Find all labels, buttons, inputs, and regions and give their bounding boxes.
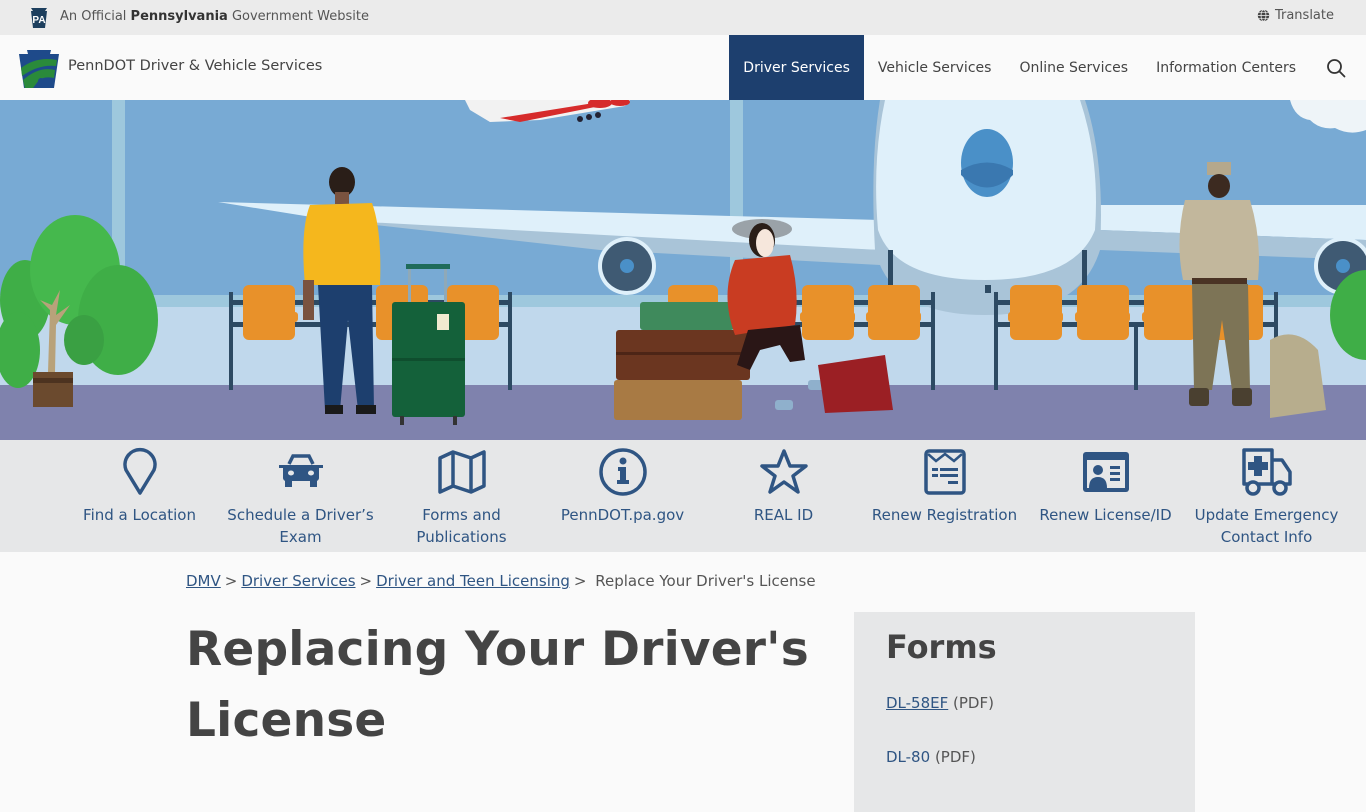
car-icon: [278, 454, 323, 487]
nav-driver-services[interactable]: Driver Services: [729, 35, 864, 100]
quick-link-forms-publications[interactable]: Forms and Publications: [381, 440, 542, 552]
nav-vehicle-services[interactable]: Vehicle Services: [864, 35, 1006, 100]
translate-button[interactable]: Translate: [1257, 8, 1334, 23]
quick-link-label: Schedule a Driver’s Exam: [227, 506, 374, 546]
breadcrumb-link-driver-teen-licensing[interactable]: Driver and Teen Licensing: [376, 572, 570, 590]
svg-text:PA: PA: [32, 15, 45, 26]
map-icon: [437, 450, 486, 494]
breadcrumb-link-driver-services[interactable]: Driver Services: [241, 572, 355, 590]
quick-link-label: Renew Registration: [871, 506, 1018, 524]
forms-sidebar: Forms DL-58EF (PDF) DL-80 (PDF): [854, 612, 1195, 812]
globe-icon: [1257, 9, 1270, 22]
quick-link-renew-license[interactable]: Renew License/ID: [1025, 440, 1186, 552]
quick-link-label: Update Emergency Contact Info: [1194, 506, 1339, 546]
form-type: (PDF): [953, 694, 994, 712]
quick-link-label: Renew License/ID: [1039, 506, 1172, 524]
official-government-banner: PA An Official Pennsylvania Government W…: [0, 0, 1366, 35]
id-card-icon: [1082, 452, 1129, 492]
main-navigation: Driver Services Vehicle Services Online …: [729, 35, 1366, 100]
quick-link-schedule-exam[interactable]: Schedule a Driver’s Exam: [220, 440, 381, 552]
registration-icon: [923, 449, 966, 495]
breadcrumb-separator: >: [224, 572, 238, 590]
official-text-suffix: Government Website: [231, 9, 369, 24]
nav-online-services[interactable]: Online Services: [1005, 35, 1142, 100]
official-website-text: An Official Pennsylvania Government Webs…: [60, 9, 369, 24]
hero-airport-illustration: [0, 100, 1366, 440]
official-text-state: Pennsylvania: [130, 9, 228, 24]
quick-link-label: Forms and Publications: [416, 506, 507, 546]
site-header: PennDOT Driver & Vehicle Services Driver…: [0, 35, 1366, 100]
quick-link-find-location[interactable]: Find a Location: [59, 440, 220, 552]
pa-keystone-badge-icon: PA: [31, 8, 47, 28]
translate-label: Translate: [1274, 8, 1334, 23]
page-title: Replacing Your Driver's License: [186, 622, 809, 748]
form-item-dl-58ef: DL-58EF (PDF): [886, 694, 1163, 712]
breadcrumb-current: Replace Your Driver's License: [595, 572, 816, 590]
quick-link-label: REAL ID: [753, 506, 814, 524]
search-button[interactable]: [1312, 35, 1360, 100]
form-link-dl-58ef[interactable]: DL-58EF: [886, 694, 948, 712]
breadcrumb-link-dmv[interactable]: DMV: [186, 572, 221, 590]
quick-links-bar: Find a Location Schedule a Driver’s Exam…: [0, 440, 1366, 552]
breadcrumb-separator: >: [359, 572, 373, 590]
red-duffel-bag: [818, 355, 893, 413]
star-icon: [759, 449, 808, 494]
quick-link-renew-registration[interactable]: Renew Registration: [864, 440, 1025, 552]
quick-link-penndot-gov[interactable]: PennDOT.pa.gov: [542, 440, 703, 552]
forms-heading: Forms: [886, 628, 997, 666]
form-item-dl-80: DL-80 (PDF): [886, 748, 1163, 766]
penndot-keystone-logo-icon[interactable]: [19, 50, 59, 88]
info-icon: [598, 448, 647, 496]
form-link-dl-80[interactable]: DL-80: [886, 748, 930, 766]
map-pin-icon: [122, 447, 157, 495]
site-name[interactable]: PennDOT Driver & Vehicle Services: [68, 58, 322, 74]
nav-information-centers[interactable]: Information Centers: [1142, 35, 1310, 100]
quick-link-real-id[interactable]: REAL ID: [703, 440, 864, 552]
quick-link-label: PennDOT.pa.gov: [560, 506, 685, 524]
official-text-prefix: An Official: [60, 9, 127, 24]
ambulance-icon: [1241, 448, 1292, 496]
breadcrumb-separator: >: [573, 572, 587, 590]
form-type: (PDF): [934, 748, 976, 766]
airport-waiting-area-image: [0, 100, 1366, 440]
quick-link-emergency-contact[interactable]: Update Emergency Contact Info: [1186, 440, 1347, 552]
breadcrumb: DMV > Driver Services > Driver and Teen Lice…: [186, 572, 816, 590]
quick-link-label: Find a Location: [83, 506, 196, 524]
search-icon: [1327, 58, 1346, 77]
